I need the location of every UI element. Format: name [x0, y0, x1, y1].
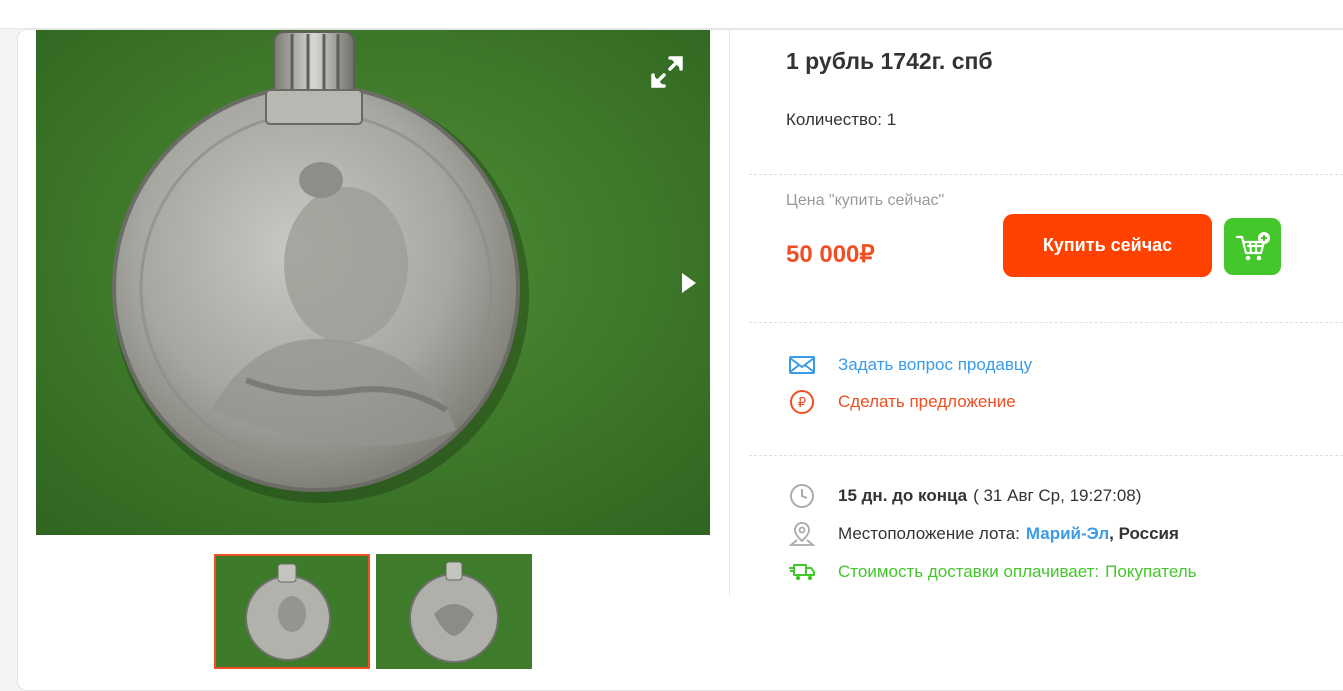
- buy-now-button[interactable]: Купить сейчас: [1003, 214, 1212, 277]
- location-pin-icon: [786, 521, 818, 547]
- location-label: Местоположение лота:: [838, 524, 1020, 543]
- expand-icon[interactable]: [647, 52, 687, 92]
- time-left-row: 15 дн. до конца ( 31 Авг Ср, 19:27:08): [786, 483, 1141, 509]
- svg-text:₽: ₽: [798, 396, 806, 411]
- shipping-label: Стоимость доставки оплачивает:: [838, 562, 1100, 581]
- price-label: Цена "купить сейчас": [786, 192, 945, 209]
- add-to-cart-button[interactable]: [1224, 218, 1281, 275]
- delivery-truck-icon: [786, 559, 818, 585]
- chevron-right-icon[interactable]: [676, 268, 702, 298]
- make-offer-link[interactable]: Сделать предложение: [838, 392, 1016, 412]
- top-bar: [0, 0, 1343, 29]
- time-left: 15 дн. до конца: [838, 486, 968, 505]
- quantity: Количество: 1: [786, 110, 896, 130]
- divider: [749, 174, 1343, 175]
- thumbnail-obverse[interactable]: [214, 554, 370, 669]
- ask-seller-link[interactable]: Задать вопрос продавцу: [838, 355, 1032, 375]
- main-photo[interactable]: [36, 30, 710, 535]
- ask-seller-row[interactable]: Задать вопрос продавцу: [786, 352, 1032, 378]
- make-offer-row[interactable]: ₽ Сделать предложение: [786, 389, 1016, 415]
- region-link[interactable]: Марий-Эл: [1026, 524, 1109, 544]
- thumbnail-reverse[interactable]: [376, 554, 532, 669]
- quantity-value: 1: [886, 110, 897, 129]
- envelope-icon: [786, 352, 818, 378]
- lot-title: 1 рубль 1742г. спб: [786, 48, 993, 74]
- add-to-cart-icon: [1235, 231, 1270, 260]
- shipping-row: Стоимость доставки оплачивает: Покупател…: [786, 559, 1197, 585]
- divider: [749, 322, 1343, 323]
- end-date: ( 31 Авг Ср, 19:27:08): [973, 486, 1142, 505]
- column-divider: [729, 30, 730, 596]
- divider: [749, 455, 1343, 456]
- price-value: 50 000₽: [786, 241, 875, 268]
- quantity-label: Количество:: [786, 110, 883, 129]
- location-row: Местоположение лота: Марий-Эл , Россия: [786, 521, 1179, 547]
- shipping-payer: Покупатель: [1105, 562, 1197, 581]
- country: , Россия: [1109, 524, 1179, 543]
- clock-icon: [786, 483, 818, 509]
- ruble-circle-icon: ₽: [786, 389, 818, 415]
